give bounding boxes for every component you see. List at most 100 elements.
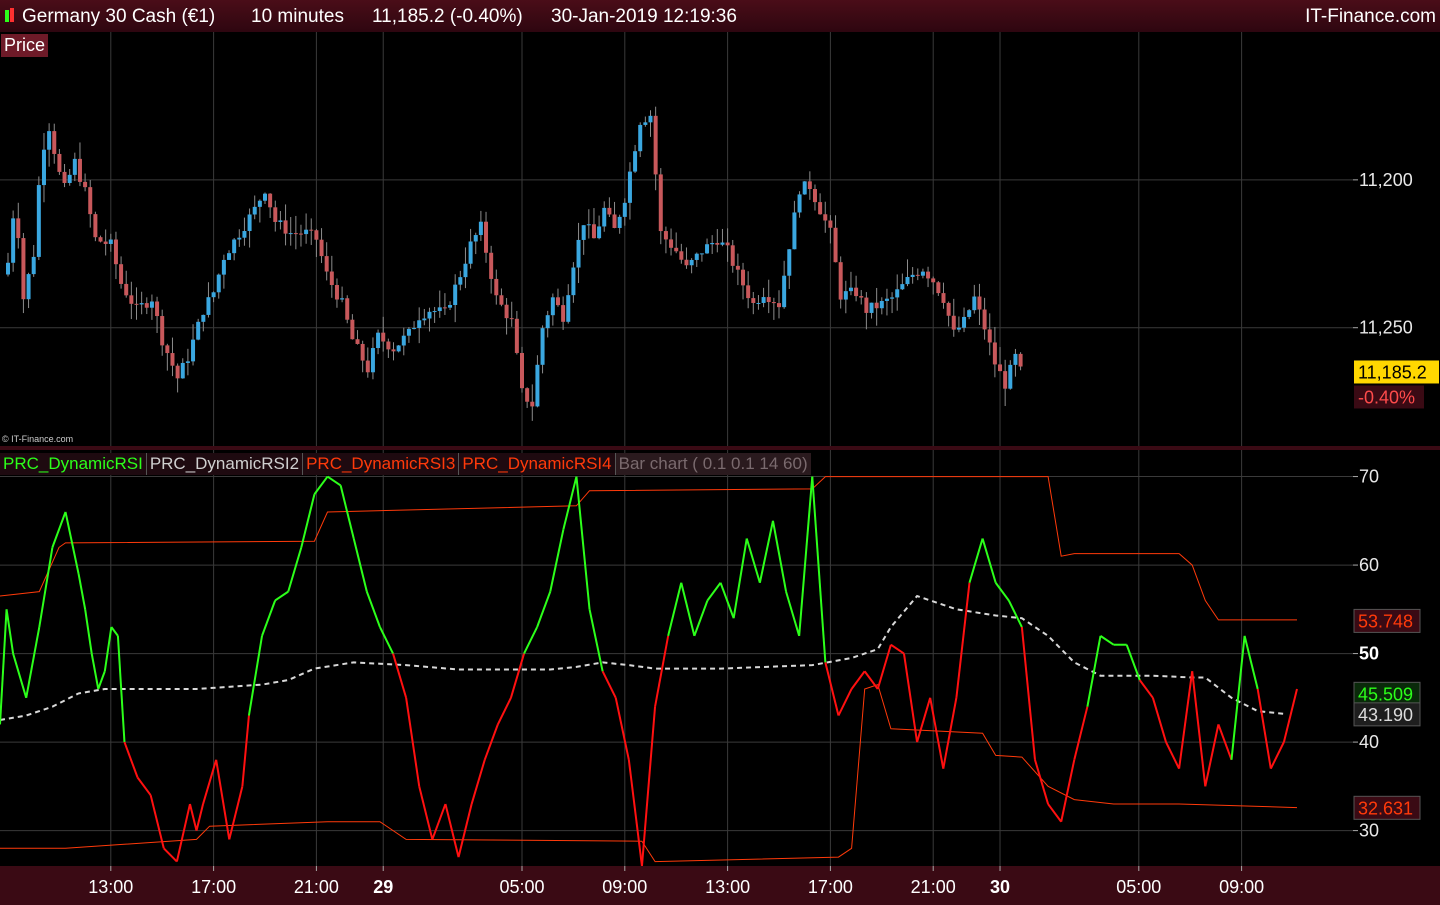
candle-body bbox=[653, 115, 658, 175]
candle-body bbox=[710, 242, 715, 245]
candle-body bbox=[576, 239, 581, 268]
rsi-segment bbox=[614, 697, 630, 760]
candle-body bbox=[268, 193, 273, 208]
candle-body bbox=[432, 311, 437, 313]
candle-body bbox=[211, 292, 216, 298]
rsi-segment bbox=[215, 759, 231, 840]
tab-bar-chart[interactable]: Bar chart ( 0.1 0.1 14 60) bbox=[615, 453, 811, 475]
price-axis[interactable]: 11,250 11,200 11,185.2 -0.40% bbox=[1353, 32, 1440, 446]
rsi-segment bbox=[562, 476, 578, 530]
candle-body bbox=[967, 310, 972, 317]
rsi-segment bbox=[693, 600, 709, 637]
indicator-chart[interactable] bbox=[0, 450, 1353, 866]
time-axis-label: 30 bbox=[990, 877, 1010, 897]
lower-band-tag-text: 32.631 bbox=[1358, 798, 1413, 818]
price-axis-label: 11,250 bbox=[1359, 318, 1413, 338]
candle-body bbox=[766, 297, 771, 303]
tab-prc-dynamicrsi4[interactable]: PRC_DynamicRSI4 bbox=[459, 453, 616, 475]
candle-body bbox=[26, 274, 31, 300]
rsi-segment bbox=[90, 653, 100, 690]
candle-body bbox=[1013, 353, 1018, 365]
rsi-segment bbox=[1243, 635, 1259, 690]
candle-body bbox=[627, 171, 632, 203]
candle-body bbox=[191, 339, 196, 362]
candle-body bbox=[396, 345, 401, 352]
price-label[interactable]: Price bbox=[1, 34, 49, 57]
rsi-segment bbox=[968, 538, 984, 584]
candle-body bbox=[324, 256, 329, 272]
rsi-segment bbox=[902, 653, 919, 743]
candle-body bbox=[658, 174, 663, 232]
candle-body bbox=[93, 214, 98, 238]
time-axis-label: 13:00 bbox=[88, 877, 133, 897]
candle-body bbox=[417, 320, 422, 329]
rsi-segment bbox=[1020, 626, 1036, 760]
candle-body bbox=[1008, 364, 1013, 389]
interval-label[interactable]: 10 minutes bbox=[251, 6, 344, 28]
indicator-axis[interactable]: 70 60 50 40 30 53.748 45.509 43.190 32.631 bbox=[1353, 450, 1440, 866]
candle-body bbox=[41, 149, 46, 186]
candle-body bbox=[663, 231, 668, 240]
rsi-segment bbox=[549, 529, 565, 592]
candle-body bbox=[545, 315, 550, 329]
rsi-segment bbox=[876, 644, 892, 690]
candle-body bbox=[777, 303, 781, 308]
rsi-segment bbox=[261, 600, 277, 637]
rsi-segment bbox=[680, 582, 696, 637]
rsi-segment bbox=[654, 635, 670, 707]
candle-body bbox=[982, 309, 987, 330]
time-axis-label: 13:00 bbox=[705, 877, 750, 897]
rsi-segment bbox=[274, 590, 289, 602]
candle-body bbox=[684, 259, 689, 266]
candle-body bbox=[550, 297, 555, 316]
candle-body bbox=[756, 302, 761, 304]
candle-body bbox=[108, 239, 113, 244]
candle-body bbox=[489, 252, 494, 279]
candle-body bbox=[406, 328, 411, 336]
tab-prc-dynamicrsi2[interactable]: PRC_DynamicRSI2 bbox=[146, 453, 304, 475]
time-axis-label: 05:00 bbox=[1116, 877, 1161, 897]
candle-body bbox=[124, 283, 129, 296]
candle-body bbox=[232, 239, 237, 254]
candle-body bbox=[103, 241, 108, 244]
candle-body bbox=[288, 233, 293, 235]
price-panel[interactable]: Price © IT-Finance.com bbox=[0, 32, 1353, 446]
candle-body bbox=[520, 352, 524, 389]
candle-body bbox=[458, 277, 463, 285]
tab-prc-dynamicrsi3[interactable]: PRC_DynamicRSI3 bbox=[303, 453, 460, 475]
candle-body bbox=[720, 242, 725, 245]
candle-body bbox=[386, 341, 391, 350]
rsi-segment bbox=[640, 706, 657, 866]
candle-body bbox=[473, 235, 478, 242]
candle-body bbox=[869, 302, 874, 313]
datetime-label: 30-Jan-2019 12:19:36 bbox=[551, 6, 737, 27]
rsi-segment bbox=[1191, 671, 1207, 787]
rsi-segment bbox=[955, 582, 971, 698]
indicator-panel[interactable]: PRC_DynamicRSI PRC_DynamicRSI2 PRC_Dynam… bbox=[0, 450, 1353, 866]
tab-prc-dynamicrsi[interactable]: PRC_DynamicRSI bbox=[0, 453, 147, 475]
candle-body bbox=[340, 298, 345, 300]
rsi-segment bbox=[188, 803, 198, 831]
rsi-segment bbox=[1138, 679, 1154, 699]
rsi-segment bbox=[241, 715, 250, 787]
candle-body bbox=[129, 295, 134, 304]
rsi-segment bbox=[798, 476, 814, 636]
candle-body bbox=[586, 224, 591, 226]
candle-body bbox=[36, 185, 41, 257]
candle-body bbox=[376, 332, 381, 349]
price-chart[interactable] bbox=[0, 32, 1353, 446]
candle-body bbox=[617, 216, 622, 228]
candle-body bbox=[730, 245, 735, 266]
time-axis[interactable]: 13:00 17:00 21:00 29 05:00 09:00 13:00 17:00 21:… bbox=[0, 866, 1440, 900]
candle-body bbox=[689, 259, 694, 266]
last-price-label: 11,185.2 (-0.40%) bbox=[372, 6, 523, 27]
instrument-up-icon bbox=[5, 10, 9, 22]
time-axis-label: 09:00 bbox=[1219, 877, 1264, 897]
rsi-segment bbox=[1282, 688, 1298, 743]
candle-body bbox=[823, 214, 828, 221]
candle-body bbox=[206, 297, 211, 315]
instrument-name[interactable]: Germany 30 Cash (€1) bbox=[22, 6, 215, 28]
candle-body bbox=[1003, 371, 1008, 389]
candle-body bbox=[669, 239, 674, 248]
candle-body bbox=[47, 131, 52, 150]
